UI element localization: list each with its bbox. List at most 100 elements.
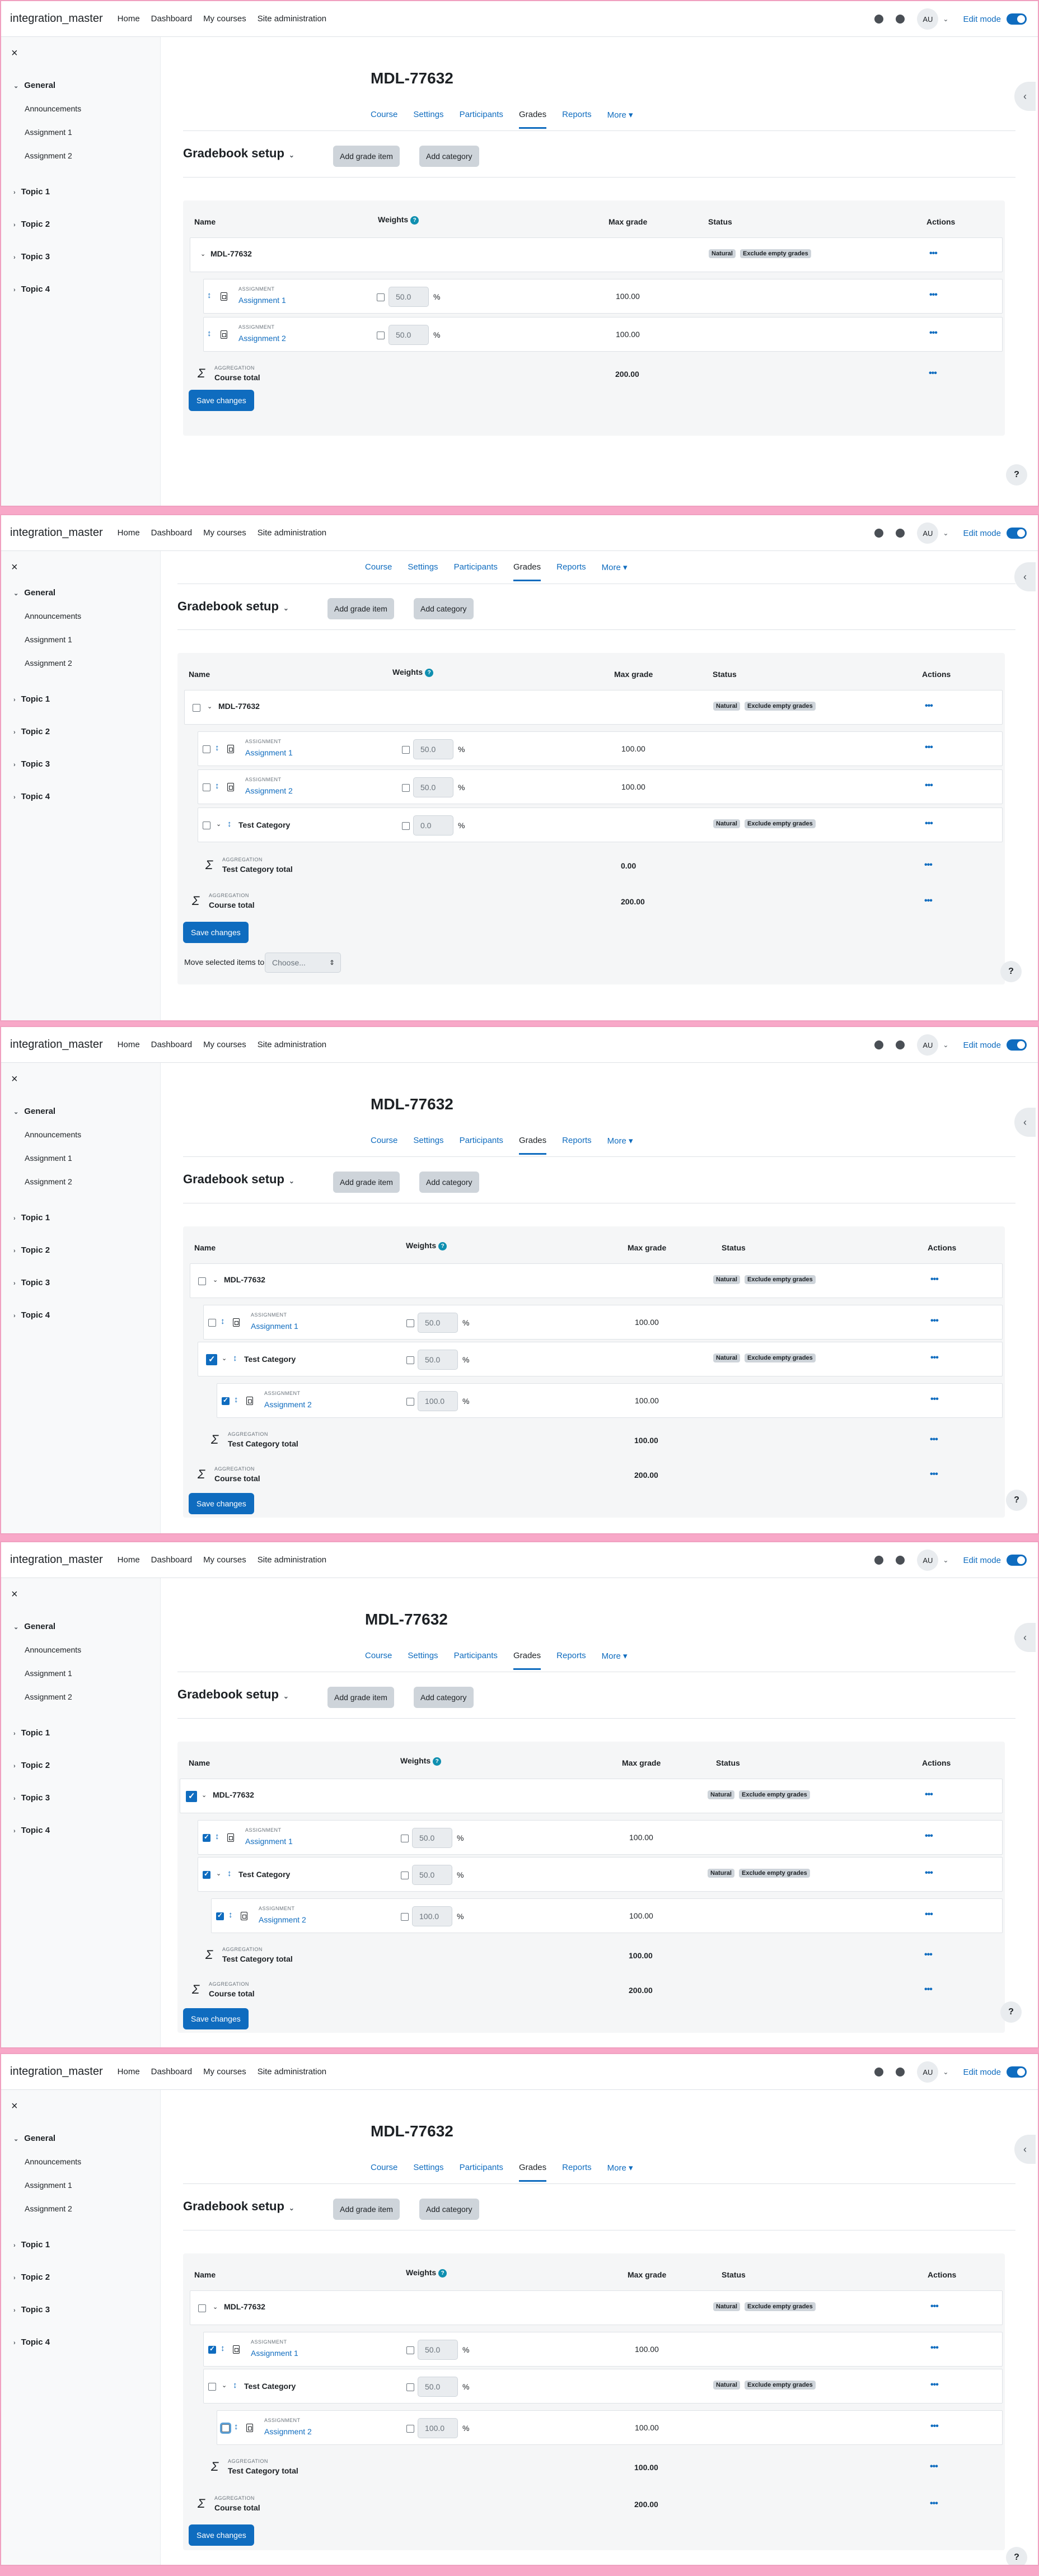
tab-more[interactable]: More ▾ (607, 110, 633, 129)
tab-settings[interactable]: Settings (413, 2163, 443, 2182)
weight-override-checkbox[interactable] (406, 1319, 414, 1327)
add-grade-item-button[interactable]: Add grade item (333, 146, 400, 167)
actions-menu[interactable]: ••• (925, 819, 933, 829)
save-changes-button[interactable]: Save changes (183, 2008, 249, 2029)
help-icon[interactable]: ? (410, 216, 419, 225)
nav-home[interactable]: Home (118, 14, 140, 24)
section-topic-1[interactable]: › Topic 1 (13, 187, 50, 197)
actions-menu[interactable]: ••• (925, 1831, 933, 1841)
nav-my-courses[interactable]: My courses (203, 2067, 246, 2076)
actions-menu[interactable]: ••• (929, 328, 938, 338)
drawer-item-assignment-1[interactable]: Assignment 1 (25, 1154, 72, 1163)
gradebook-setup-menu[interactable]: Gradebook setup ⌄ (177, 1687, 289, 1702)
drawer-item-assignment-1[interactable]: Assignment 1 (25, 128, 72, 137)
close-icon[interactable]: × (11, 561, 18, 574)
avatar[interactable]: AU (917, 1550, 939, 1571)
weight-override-checkbox[interactable] (401, 1835, 409, 1842)
tab-course[interactable]: Course (371, 1136, 397, 1155)
move-icon[interactable]: ↕ (221, 2344, 225, 2353)
gradebook-setup-menu[interactable]: Gradebook setup ⌄ (183, 2199, 294, 2214)
section-topic-3[interactable]: › Topic 3 (13, 1793, 50, 1803)
drawer-item-assignment-1[interactable]: Assignment 1 (25, 1669, 72, 1678)
help-button[interactable]: ? (1006, 2547, 1027, 2565)
chevron-down-icon[interactable]: ⌄ (943, 1556, 948, 1564)
actions-menu[interactable]: ••• (930, 1435, 938, 1445)
site-brand[interactable]: integration_master (10, 1553, 103, 1566)
drawer-item-assignment-2[interactable]: Assignment 2 (25, 2204, 72, 2213)
add-category-button[interactable]: Add category (414, 598, 474, 619)
actions-menu[interactable]: ••• (924, 1985, 933, 1995)
section-topic-4[interactable]: › Topic 4 (13, 1826, 50, 1835)
message-icon[interactable] (896, 2068, 905, 2076)
select-checkbox[interactable] (198, 1277, 206, 1285)
select-checkbox[interactable] (216, 1911, 224, 1920)
move-icon[interactable]: ↕ (227, 819, 232, 829)
select-checkbox[interactable] (222, 1396, 230, 1405)
bell-icon[interactable] (874, 15, 884, 24)
weight-input[interactable]: 50.0 (418, 1313, 458, 1333)
move-icon[interactable]: ↕ (233, 1354, 237, 1363)
chevron-down-icon[interactable]: ⌄ (943, 15, 948, 23)
help-button[interactable]: ? (1000, 961, 1022, 982)
weight-override-checkbox[interactable] (406, 1398, 414, 1406)
move-icon[interactable]: ↕ (227, 1869, 232, 1878)
close-icon[interactable]: × (11, 1073, 18, 1086)
drawer-item-announcements[interactable]: Announcements (25, 1645, 81, 1654)
move-icon[interactable]: ↕ (207, 291, 212, 300)
site-brand[interactable]: integration_master (10, 526, 103, 539)
avatar[interactable]: AU (917, 1034, 939, 1056)
message-icon[interactable] (896, 15, 905, 24)
select-checkbox[interactable] (208, 2345, 216, 2354)
help-icon[interactable]: ? (438, 2269, 447, 2278)
tab-more[interactable]: More ▾ (602, 562, 628, 581)
actions-menu[interactable]: ••• (929, 368, 937, 379)
section-topic-4[interactable]: › Topic 4 (13, 1310, 50, 1320)
add-category-button[interactable]: Add category (414, 1687, 474, 1708)
actions-menu[interactable]: ••• (925, 743, 933, 753)
avatar[interactable]: AU (917, 522, 939, 544)
weight-input[interactable]: 0.0 (413, 815, 453, 836)
bell-icon[interactable] (874, 1040, 884, 1049)
drawer-item-announcements[interactable]: Announcements (25, 104, 81, 113)
edit-mode-toggle[interactable] (1007, 1039, 1027, 1051)
section-topic-1[interactable]: › Topic 1 (13, 1728, 50, 1738)
help-icon[interactable]: ? (438, 1242, 447, 1250)
gradebook-setup-menu[interactable]: Gradebook setup ⌄ (183, 1172, 294, 1187)
chevron-left-icon[interactable]: ‹ (1014, 82, 1036, 111)
message-icon[interactable] (896, 529, 905, 538)
weight-override-checkbox[interactable] (401, 1872, 409, 1879)
actions-menu[interactable]: ••• (930, 2380, 939, 2390)
drawer-item-assignment-1[interactable]: Assignment 1 (25, 2181, 72, 2190)
actions-menu[interactable]: ••• (930, 2302, 939, 2312)
nav-dashboard[interactable]: Dashboard (151, 1555, 192, 1565)
nav-home[interactable]: Home (118, 528, 140, 538)
close-icon[interactable]: × (11, 1588, 18, 1601)
chevron-left-icon[interactable]: ‹ (1014, 562, 1036, 591)
weight-override-checkbox[interactable] (406, 2383, 414, 2391)
chevron-down-icon[interactable]: ⌄ (200, 250, 205, 258)
edit-mode-toggle[interactable] (1007, 1555, 1027, 1566)
move-icon[interactable]: ↕ (221, 1317, 225, 1326)
tab-participants[interactable]: Participants (454, 562, 498, 581)
weight-input[interactable]: 50.0 (412, 1865, 452, 1885)
actions-menu[interactable]: ••• (930, 2499, 938, 2509)
weight-override-checkbox[interactable] (402, 822, 410, 830)
select-checkbox[interactable] (203, 1833, 210, 1842)
drawer-item-announcements[interactable]: Announcements (25, 2157, 81, 2166)
assignment-link[interactable]: Assignment 2 (264, 2427, 312, 2436)
add-grade-item-button[interactable]: Add grade item (333, 1172, 400, 1193)
select-checkbox[interactable] (186, 1791, 197, 1802)
nav-home[interactable]: Home (118, 1040, 140, 1049)
gradebook-setup-menu[interactable]: Gradebook setup ⌄ (183, 146, 294, 161)
actions-menu[interactable]: ••• (929, 290, 938, 300)
bell-icon[interactable] (874, 1556, 884, 1565)
site-brand[interactable]: integration_master (10, 1038, 103, 1051)
nav-my-courses[interactable]: My courses (203, 14, 246, 24)
add-grade-item-button[interactable]: Add grade item (333, 2199, 400, 2220)
weight-input[interactable]: 100.0 (418, 1391, 458, 1411)
assignment-link[interactable]: Assignment 1 (245, 748, 293, 757)
weight-override-checkbox[interactable] (377, 293, 385, 301)
message-icon[interactable] (896, 1556, 905, 1565)
move-icon[interactable]: ↕ (228, 1910, 233, 1920)
add-category-button[interactable]: Add category (419, 146, 479, 167)
